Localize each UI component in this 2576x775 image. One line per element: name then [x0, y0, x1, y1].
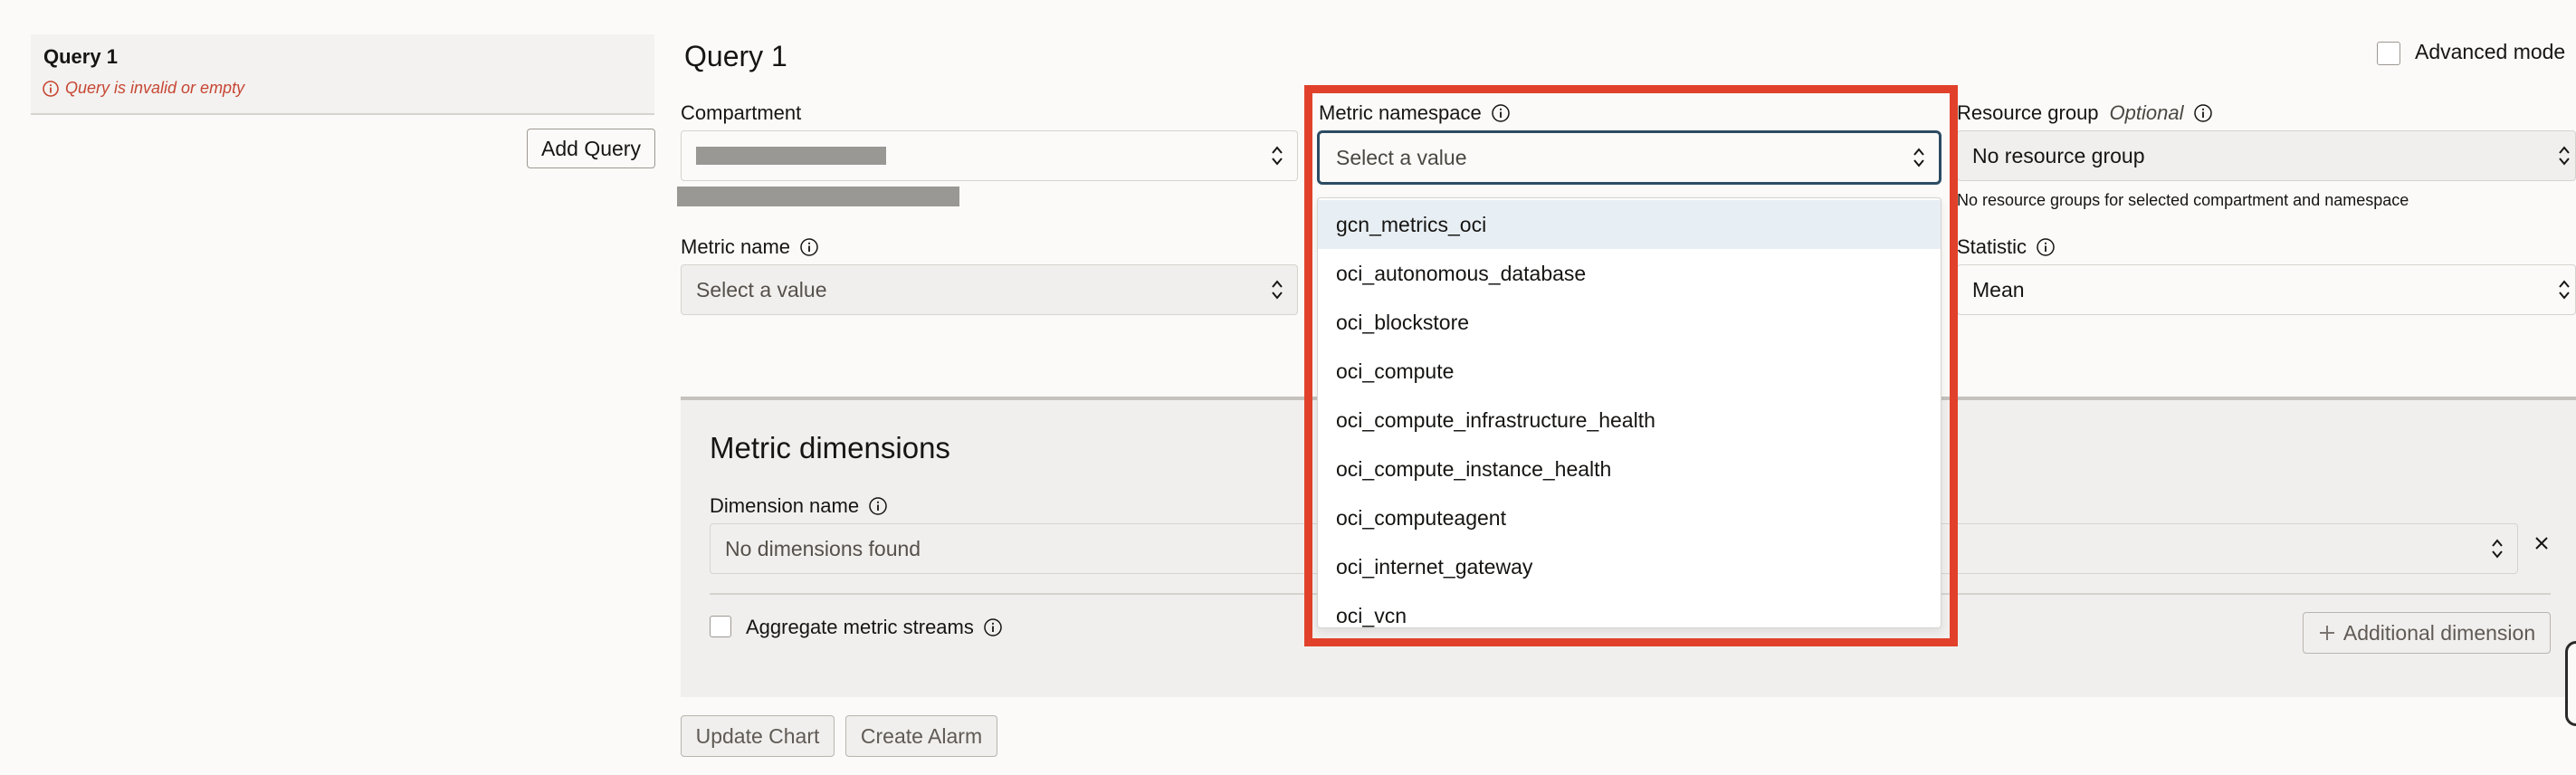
statistic-select[interactable]: Mean [1957, 264, 2576, 315]
statistic-label: Statistic [1957, 235, 2056, 259]
aggregate-metric-streams-checkbox[interactable] [710, 616, 731, 637]
select-arrows-icon [1270, 278, 1284, 301]
metric-name-label: Metric name [681, 235, 819, 259]
dropdown-option[interactable]: gcn_metrics_oci [1318, 200, 1941, 249]
metric-name-placeholder: Select a value [696, 277, 827, 301]
page-title: Query 1 [684, 40, 787, 72]
additional-dimension-button[interactable]: Additional dimension [2303, 612, 2551, 654]
statistic-value: Mean [1972, 277, 2025, 301]
metric-name-select[interactable]: Select a value [681, 264, 1298, 315]
select-arrows-icon [1912, 146, 1926, 169]
info-icon[interactable] [983, 617, 1003, 637]
dropdown-option[interactable]: oci_compute_instance_health [1318, 445, 1941, 493]
metric-namespace-label-text: Metric namespace [1319, 101, 1482, 124]
dropdown-option[interactable]: oci_compute_infrastructure_health [1318, 396, 1941, 445]
info-icon[interactable] [868, 496, 888, 516]
compartment-label: Compartment [681, 101, 801, 125]
compartment-select[interactable] [681, 130, 1298, 181]
info-icon[interactable] [2193, 103, 2213, 123]
compartment-label-text: Compartment [681, 101, 802, 124]
aggregate-metric-streams-label: Aggregate metric streams [746, 616, 1003, 639]
update-chart-button[interactable]: Update Chart [681, 715, 835, 757]
select-arrows-icon [2490, 537, 2504, 560]
advanced-mode-checkbox[interactable] [2377, 42, 2400, 65]
dimension-name-value: No dimensions found [725, 536, 921, 560]
plus-icon [2318, 624, 2336, 642]
feedback-tab[interactable] [2565, 641, 2576, 726]
resource-group-value: No resource group [1972, 143, 2145, 167]
error-info-icon [42, 80, 60, 98]
resource-group-helper: No resource groups for selected compartm… [1957, 191, 2409, 209]
query-list-item-title: Query 1 [43, 45, 118, 68]
dropdown-option[interactable]: oci_compute [1318, 347, 1941, 396]
resource-group-label-text: Resource group [1957, 101, 2099, 124]
optional-tag: Optional [2109, 101, 2184, 124]
compartment-path-redacted [677, 187, 959, 206]
select-arrows-icon [2557, 278, 2571, 301]
dimension-name-label-text: Dimension name [710, 494, 860, 517]
query-error-message: Query is invalid or empty [42, 79, 244, 98]
metric-namespace-label: Metric namespace [1319, 101, 1511, 125]
metric-name-label-text: Metric name [681, 235, 791, 258]
create-alarm-button[interactable]: Create Alarm [845, 715, 997, 757]
dimension-name-label: Dimension name [710, 494, 888, 518]
query-list-item[interactable] [31, 34, 654, 115]
query-error-text: Query is invalid or empty [65, 79, 245, 97]
add-query-button[interactable]: Add Query [527, 129, 655, 168]
dropdown-option[interactable]: oci_autonomous_database [1318, 249, 1941, 298]
dropdown-option[interactable]: oci_blockstore [1318, 298, 1941, 347]
resource-group-select[interactable]: No resource group [1957, 130, 2576, 181]
additional-dimension-label: Additional dimension [2342, 620, 2536, 645]
dropdown-option[interactable]: oci_vcn [1318, 591, 1941, 627]
select-arrows-icon [2557, 144, 2571, 167]
remove-dimension-close-icon[interactable] [2533, 534, 2551, 552]
metric-namespace-placeholder: Select a value [1336, 145, 1467, 169]
aggregate-label-text: Aggregate metric streams [746, 616, 974, 638]
dropdown-option[interactable]: oci_internet_gateway [1318, 542, 1941, 591]
statistic-label-text: Statistic [1957, 235, 2027, 258]
dropdown-option[interactable]: oci_computeagent [1318, 493, 1941, 542]
metric-namespace-select[interactable]: Select a value [1317, 130, 1942, 185]
info-icon[interactable] [1491, 103, 1511, 123]
metric-namespace-dropdown: gcn_metrics_oci oci_autonomous_database … [1317, 197, 1942, 628]
resource-group-label: Resource group Optional [1957, 101, 2213, 125]
metric-dimensions-title: Metric dimensions [710, 431, 950, 464]
info-icon[interactable] [2036, 237, 2056, 257]
advanced-mode-label: Advanced mode [2415, 40, 2566, 63]
compartment-value-redacted [696, 147, 886, 165]
info-icon[interactable] [799, 237, 819, 257]
select-arrows-icon [1270, 144, 1284, 167]
